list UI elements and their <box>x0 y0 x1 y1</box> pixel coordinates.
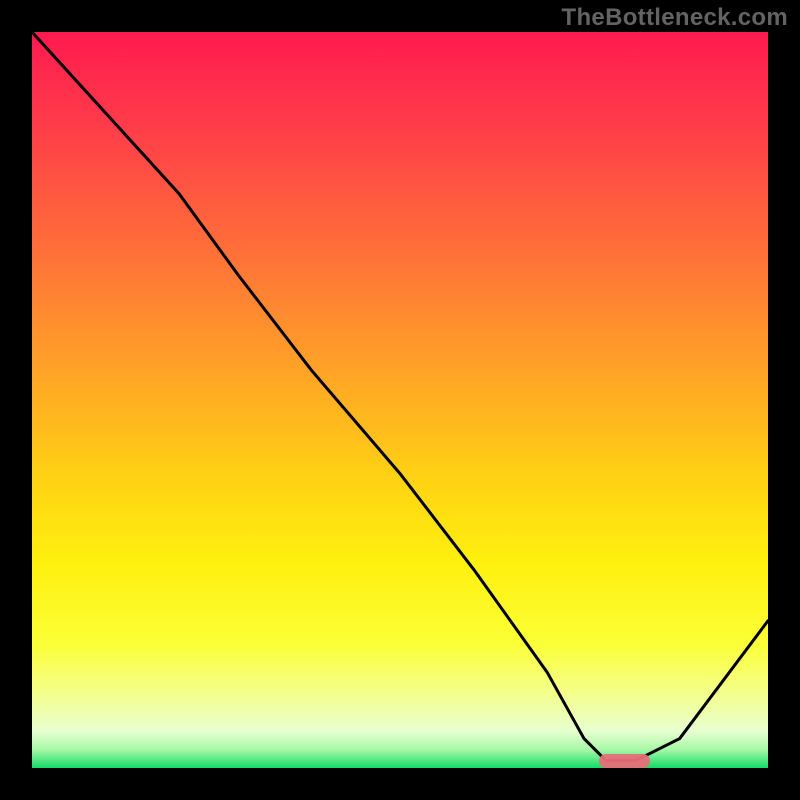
chart-container: TheBottleneck.com <box>0 0 800 800</box>
plot-area <box>32 32 768 768</box>
bottleneck-curve-path <box>32 32 768 761</box>
optimal-region-marker <box>599 754 651 768</box>
watermark-label: TheBottleneck.com <box>562 4 788 32</box>
bottleneck-curve-svg <box>32 32 768 768</box>
